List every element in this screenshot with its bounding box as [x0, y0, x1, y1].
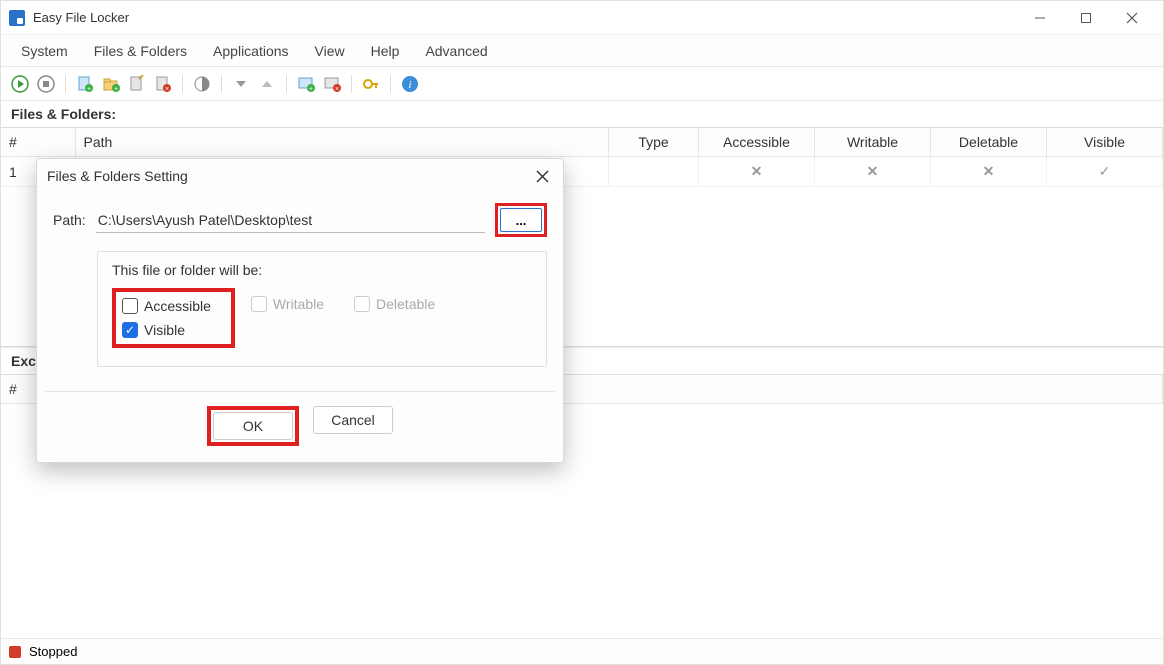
table-header-row: # Path Type Accessible Writable Deletabl… [1, 128, 1163, 157]
status-indicator-icon [9, 646, 21, 658]
add-app-icon[interactable]: + [295, 73, 317, 95]
menu-view[interactable]: View [303, 37, 357, 65]
options-box: This file or folder will be: Accessible … [97, 251, 547, 367]
svg-text:×: × [335, 86, 339, 93]
svg-text:+: + [87, 86, 91, 93]
dialog-body: Path: ... This file or folder will be: A… [37, 193, 563, 375]
cell-type [609, 157, 699, 187]
ok-highlight: OK [207, 406, 299, 446]
cell-deletable: ✕ [931, 157, 1047, 187]
chk-accessible[interactable]: Accessible [122, 298, 211, 314]
menu-applications[interactable]: Applications [201, 37, 301, 65]
col-num[interactable]: # [1, 128, 75, 157]
files-folders-setting-dialog: Files & Folders Setting Path: ... This f… [36, 158, 564, 463]
toolbar: + + × + × i [1, 67, 1163, 101]
cancel-button[interactable]: Cancel [313, 406, 393, 434]
svg-text:i: i [408, 79, 411, 91]
menubar: System Files & Folders Applications View… [1, 35, 1163, 67]
chk-writable: Writable [251, 296, 324, 312]
svg-text:×: × [165, 86, 169, 93]
titlebar: Easy File Locker [1, 1, 1163, 35]
chk-accessible-label: Accessible [144, 298, 211, 314]
contrast-icon[interactable] [191, 73, 213, 95]
remove-app-icon[interactable]: × [321, 73, 343, 95]
browse-button[interactable]: ... [500, 208, 542, 232]
path-label: Path: [53, 212, 86, 228]
close-button[interactable] [1109, 3, 1155, 33]
cell-writable: ✕ [815, 157, 931, 187]
minimize-icon [1034, 12, 1046, 24]
maximize-button[interactable] [1063, 3, 1109, 33]
col-deletable[interactable]: Deletable [931, 128, 1047, 157]
chk-deletable: Deletable [354, 296, 435, 312]
ok-button[interactable]: OK [213, 412, 293, 440]
path-row: Path: ... [53, 203, 547, 237]
status-text: Stopped [29, 644, 77, 659]
cell-accessible: ✕ [699, 157, 815, 187]
chk-visible-label: Visible [144, 322, 185, 338]
stop-icon[interactable] [35, 73, 57, 95]
chk-deletable-label: Deletable [376, 296, 435, 312]
close-icon [536, 170, 549, 183]
add-file-icon[interactable]: + [74, 73, 96, 95]
svg-text:+: + [309, 86, 313, 93]
cell-visible: ✓ [1047, 157, 1163, 187]
close-icon [1126, 12, 1138, 24]
checkbox-visible[interactable] [122, 322, 138, 338]
col-accessible[interactable]: Accessible [699, 128, 815, 157]
options-hdr: This file or folder will be: [112, 262, 532, 278]
add-folder-icon[interactable]: + [100, 73, 122, 95]
play-icon[interactable] [9, 73, 31, 95]
accessible-visible-highlight: Accessible Visible [112, 288, 235, 348]
statusbar: Stopped [1, 638, 1163, 664]
files-folders-label: Files & Folders: [1, 101, 1163, 127]
window-title: Easy File Locker [33, 10, 129, 25]
checkbox-accessible[interactable] [122, 298, 138, 314]
col-writable[interactable]: Writable [815, 128, 931, 157]
checkbox-deletable [354, 296, 370, 312]
key-icon[interactable] [360, 73, 382, 95]
checkbox-writable [251, 296, 267, 312]
browse-highlight: ... [495, 203, 547, 237]
menu-files-folders[interactable]: Files & Folders [82, 37, 199, 65]
svg-text:+: + [114, 86, 118, 93]
info-icon[interactable]: i [399, 73, 421, 95]
maximize-icon [1080, 12, 1092, 24]
col-type[interactable]: Type [609, 128, 699, 157]
app-icon [9, 10, 25, 26]
arrow-down-icon[interactable] [230, 73, 252, 95]
dialog-actions: OK Cancel [37, 392, 563, 462]
path-input[interactable] [96, 208, 485, 233]
dialog-titlebar: Files & Folders Setting [37, 159, 563, 193]
col-path[interactable]: Path [75, 128, 609, 157]
chk-visible[interactable]: Visible [122, 322, 211, 338]
dialog-close-button[interactable] [531, 165, 553, 187]
arrow-up-icon[interactable] [256, 73, 278, 95]
dialog-title-text: Files & Folders Setting [47, 168, 188, 184]
minimize-button[interactable] [1017, 3, 1063, 33]
col-visible[interactable]: Visible [1047, 128, 1163, 157]
menu-system[interactable]: System [9, 37, 80, 65]
menu-help[interactable]: Help [359, 37, 412, 65]
chk-writable-label: Writable [273, 296, 324, 312]
menu-advanced[interactable]: Advanced [413, 37, 499, 65]
remove-item-icon[interactable]: × [152, 73, 174, 95]
edit-item-icon[interactable] [126, 73, 148, 95]
